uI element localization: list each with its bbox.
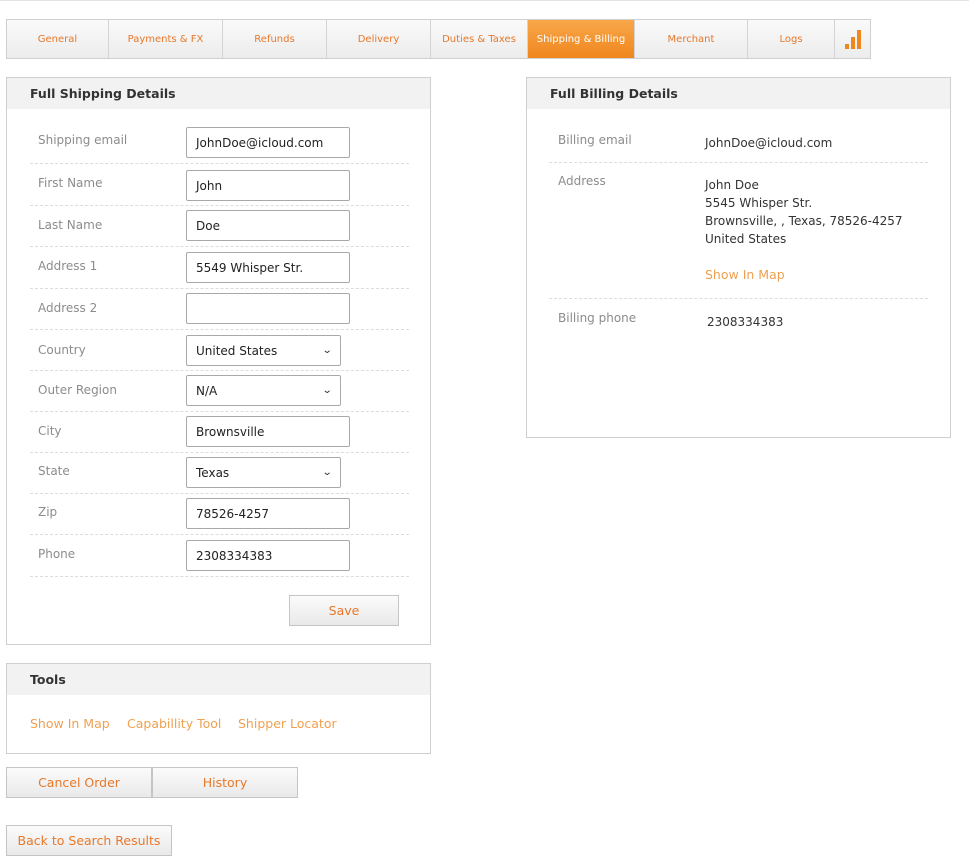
form-row-state: State Texas ⌄: [30, 453, 409, 494]
tab-duties-taxes[interactable]: Duties & Taxes: [431, 20, 528, 58]
capability-tool-link[interactable]: Capabillity Tool: [127, 716, 221, 731]
billing-show-in-map-link[interactable]: Show In Map: [705, 266, 903, 284]
city-label: City: [38, 424, 62, 438]
back-to-search-results-button[interactable]: Back to Search Results: [6, 825, 172, 856]
billing-row-email: Billing email JohnDoe@icloud.com: [549, 120, 928, 163]
last-name-input[interactable]: Doe: [186, 210, 350, 241]
shipper-locator-link[interactable]: Shipper Locator: [238, 716, 337, 731]
history-button[interactable]: History: [152, 767, 298, 798]
form-row-country: Country United States ⌄: [30, 330, 409, 371]
billing-row-phone: Billing phone 2308334383: [549, 299, 928, 339]
billing-address-line: John Doe: [705, 178, 759, 192]
state-label: State: [38, 464, 70, 478]
shipping-form: Shipping email JohnDoe@icloud.com First …: [30, 120, 409, 577]
tab-payments-fx[interactable]: Payments & FX: [109, 20, 223, 58]
tab-analytics[interactable]: [835, 20, 870, 58]
address1-input[interactable]: 5549 Whisper Str.: [186, 252, 350, 283]
form-row-first-name: First Name John: [30, 164, 409, 206]
tab-shipping-billing[interactable]: Shipping & Billing: [528, 20, 635, 58]
address2-input[interactable]: [186, 293, 350, 324]
shipping-panel-title: Full Shipping Details: [7, 78, 430, 109]
tab-merchant[interactable]: Merchant: [635, 20, 748, 58]
tab-refunds[interactable]: Refunds: [223, 20, 327, 58]
last-name-label: Last Name: [38, 218, 103, 232]
billing-panel: Full Billing Details Billing email JohnD…: [526, 77, 951, 438]
bar-chart-icon: [844, 29, 861, 49]
city-input[interactable]: Brownsville: [186, 416, 350, 447]
shipping-email-label: Shipping email: [38, 133, 128, 147]
billing-email-value: JohnDoe@icloud.com: [705, 136, 833, 150]
form-row-email: Shipping email JohnDoe@icloud.com: [30, 120, 409, 164]
shipping-panel: Full Shipping Details Shipping email Joh…: [6, 77, 431, 645]
country-label: Country: [38, 343, 86, 357]
tools-show-in-map-link[interactable]: Show In Map: [30, 716, 110, 731]
chevron-down-icon: ⌄: [321, 385, 333, 396]
tab-bar: General Payments & FX Refunds Delivery D…: [6, 19, 871, 59]
tab-general[interactable]: General: [7, 20, 109, 58]
save-button[interactable]: Save: [289, 595, 399, 626]
shipping-email-input[interactable]: JohnDoe@icloud.com: [186, 127, 350, 158]
tab-logs[interactable]: Logs: [748, 20, 835, 58]
billing-address-block: John Doe 5545 Whisper Str. Brownsville, …: [705, 176, 903, 284]
form-row-address2: Address 2: [30, 289, 409, 330]
top-divider: [0, 0, 969, 1]
state-select-value: Texas: [196, 465, 230, 480]
billing-address-line: United States: [705, 232, 787, 246]
chevron-down-icon: ⌄: [321, 345, 333, 356]
form-row-phone: Phone 2308334383: [30, 535, 409, 577]
billing-address-label: Address: [558, 174, 606, 188]
form-row-zip: Zip 78526-4257: [30, 494, 409, 535]
phone-label: Phone: [38, 547, 76, 561]
first-name-input[interactable]: John: [186, 170, 350, 201]
billing-panel-title: Full Billing Details: [527, 78, 950, 109]
tools-panel: Tools Show In Map Capabillity Tool Shipp…: [6, 663, 431, 754]
zip-label: Zip: [38, 505, 58, 519]
address2-label: Address 2: [38, 301, 98, 315]
form-row-last-name: Last Name Doe: [30, 206, 409, 247]
billing-email-label: Billing email: [558, 133, 632, 147]
chevron-down-icon: ⌄: [321, 467, 333, 478]
tools-panel-title: Tools: [7, 664, 430, 695]
form-row-city: City Brownsville: [30, 412, 409, 453]
address1-label: Address 1: [38, 259, 98, 273]
tab-delivery[interactable]: Delivery: [327, 20, 431, 58]
billing-row-address: Address John Doe 5545 Whisper Str. Brown…: [549, 163, 928, 299]
zip-input[interactable]: 78526-4257: [186, 498, 350, 529]
state-select[interactable]: Texas ⌄: [186, 457, 341, 488]
country-select-value: United States: [196, 343, 278, 358]
form-row-outer-region: Outer Region N/A ⌄: [30, 371, 409, 412]
form-row-address1: Address 1 5549 Whisper Str.: [30, 247, 409, 289]
outer-region-label: Outer Region: [38, 383, 117, 397]
billing-address-line: Brownsville, , Texas, 78526-4257: [705, 214, 903, 228]
country-select[interactable]: United States ⌄: [186, 335, 341, 366]
billing-phone-label: Billing phone: [558, 311, 637, 325]
first-name-label: First Name: [38, 176, 103, 190]
outer-region-select[interactable]: N/A ⌄: [186, 375, 341, 406]
outer-region-select-value: N/A: [196, 383, 218, 398]
cancel-order-button[interactable]: Cancel Order: [6, 767, 152, 798]
phone-input[interactable]: 2308334383: [186, 540, 350, 571]
billing-phone-value: 2308334383: [707, 315, 784, 329]
billing-address-line: 5545 Whisper Str.: [705, 196, 813, 210]
